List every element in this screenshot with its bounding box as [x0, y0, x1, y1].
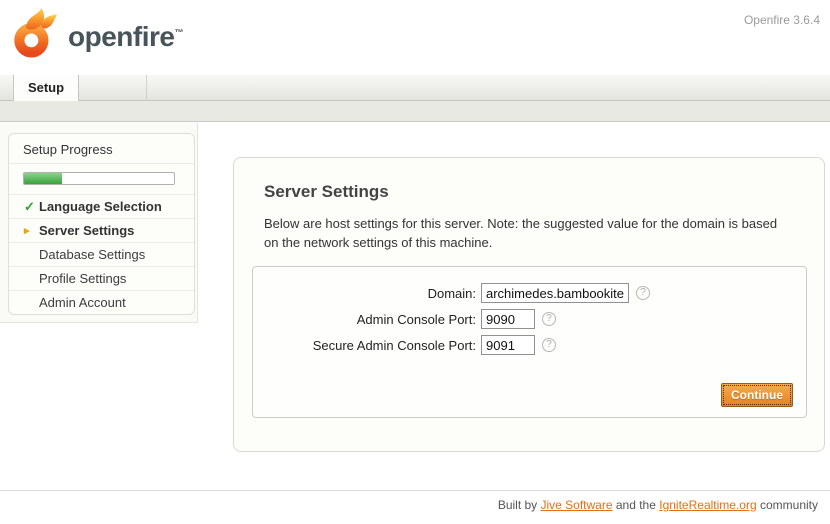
continue-button[interactable]: Continue [721, 383, 793, 407]
trademark-symbol: ™ [174, 28, 183, 38]
setup-progress-box: Setup Progress ✓ Language Selection ▸ Se… [8, 133, 195, 315]
sidebar-item-label: Database Settings [39, 247, 145, 262]
server-settings-form: Domain: ? Admin Console Port: ? Secure A… [252, 266, 807, 418]
footer-credit: Built by Jive Software and the IgniteRea… [498, 498, 818, 512]
logo-text: openfire [68, 21, 174, 52]
footer-text: community [757, 498, 818, 512]
igniterealtime-link[interactable]: IgniteRealtime.org [659, 498, 756, 512]
sidebar-item-database-settings: Database Settings [9, 243, 194, 267]
sidebar-item-server-settings: ▸ Server Settings [9, 219, 194, 243]
progress-bar [23, 172, 175, 185]
jive-software-link[interactable]: Jive Software [541, 498, 613, 512]
sidebar-item-language-selection: ✓ Language Selection [9, 195, 194, 219]
main-panel: Server Settings Below are host settings … [233, 157, 825, 452]
version-label: Openfire 3.6.4 [744, 13, 820, 27]
sidebar-item-label: Server Settings [39, 223, 134, 238]
footer-divider [0, 490, 830, 491]
sidebar-item-label: Language Selection [39, 199, 162, 214]
admin-port-input[interactable] [481, 309, 535, 329]
tab-separator [146, 75, 147, 101]
footer-text: and the [613, 498, 660, 512]
admin-port-label: Admin Console Port: [253, 312, 481, 327]
form-row-domain: Domain: ? [253, 283, 806, 303]
domain-input[interactable] [481, 283, 629, 303]
sidebar-item-label: Admin Account [39, 295, 126, 310]
tab-setup[interactable]: Setup [13, 75, 79, 101]
page-title: Server Settings [264, 182, 824, 202]
check-icon: ✓ [24, 195, 38, 219]
footer-text: Built by [498, 498, 541, 512]
help-icon[interactable]: ? [542, 312, 556, 326]
secure-port-label: Secure Admin Console Port: [253, 338, 481, 353]
sidebar-item-admin-account: Admin Account [9, 291, 194, 315]
progress-bar-fill [24, 173, 62, 184]
domain-label: Domain: [253, 286, 481, 301]
logo-wordmark: openfire™ [68, 21, 183, 53]
secure-port-input[interactable] [481, 335, 535, 355]
sidebar-column: Setup Progress ✓ Language Selection ▸ Se… [0, 123, 198, 323]
arrow-right-icon: ▸ [24, 219, 38, 243]
form-row-secure-port: Secure Admin Console Port: ? [253, 335, 806, 355]
flame-icon [12, 7, 60, 59]
sidebar-item-profile-settings: Profile Settings [9, 267, 194, 291]
form-row-admin-port: Admin Console Port: ? [253, 309, 806, 329]
header: openfire™ Openfire 3.6.4 [0, 0, 830, 75]
sub-nav-bar [0, 101, 830, 122]
progress-bar-wrap [9, 164, 194, 195]
sidebar-item-label: Profile Settings [39, 271, 126, 286]
page-description: Below are host settings for this server.… [264, 215, 794, 253]
tab-bar: Setup [0, 75, 830, 101]
openfire-logo: openfire™ [12, 7, 183, 59]
help-icon[interactable]: ? [542, 338, 556, 352]
setup-progress-title: Setup Progress [9, 134, 194, 164]
help-icon[interactable]: ? [636, 286, 650, 300]
